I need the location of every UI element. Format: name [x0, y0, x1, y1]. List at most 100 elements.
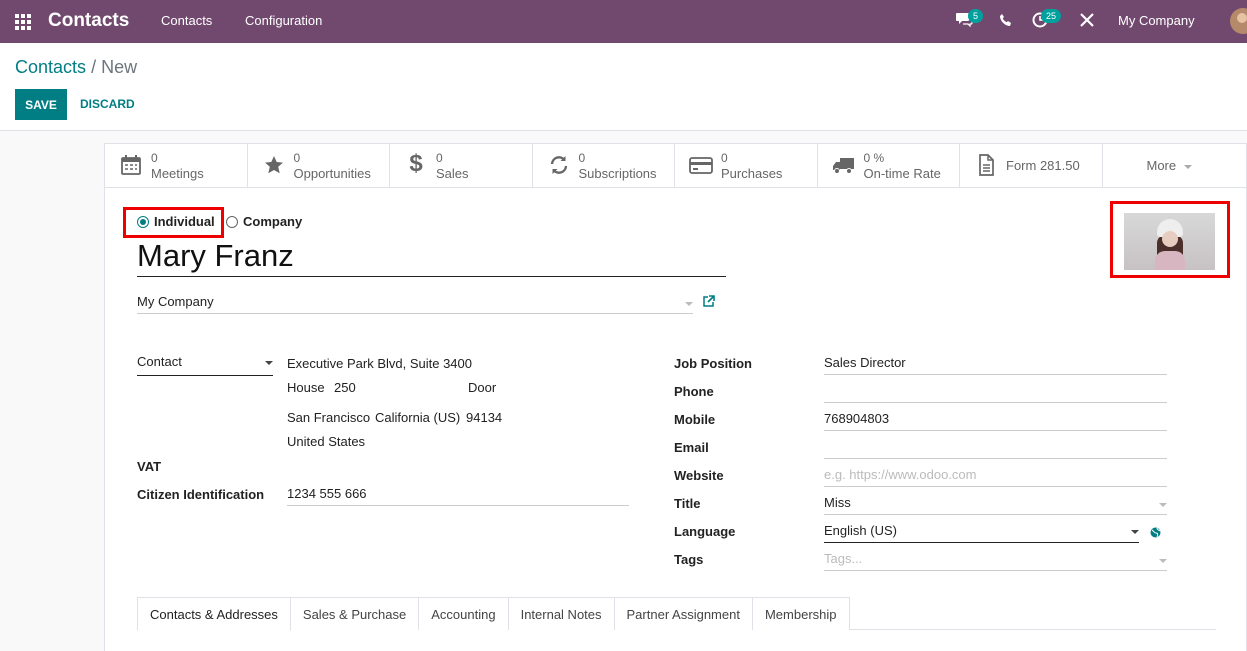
purchases-button[interactable]: 0 Purchases [675, 144, 818, 187]
citizen-id-field[interactable]: 1234 555 666 [287, 486, 629, 506]
top-navbar: Contacts Contacts Configuration 5 25 My … [0, 0, 1247, 43]
radio-checked-icon [137, 215, 149, 228]
more-text: More [1146, 158, 1177, 173]
tab-partner-assignment[interactable]: Partner Assignment [613, 597, 753, 630]
globe-icon[interactable] [1150, 527, 1161, 541]
sales-label: Sales [436, 166, 469, 181]
tags-placeholder: Tags... [824, 551, 863, 566]
language-select[interactable]: English (US) [824, 523, 1139, 543]
mobile-field[interactable]: 768904803 [824, 411, 1167, 431]
purchases-label: Purchases [721, 166, 783, 181]
door-label: Door [468, 380, 497, 395]
state-field[interactable]: California (US) [375, 410, 460, 425]
country-field[interactable]: United States [287, 434, 365, 449]
form-281-button[interactable]: Form 281.50 [960, 144, 1103, 187]
debug-tools-icon[interactable] [1079, 12, 1095, 32]
language-value: English (US) [824, 523, 897, 538]
truck-icon [832, 154, 856, 182]
address-type-caret-icon [265, 361, 273, 365]
radio-unchecked-icon [226, 215, 238, 228]
discard-button[interactable]: DISCARD [80, 97, 135, 111]
language-caret-icon [1131, 530, 1139, 534]
purchases-count: 0 [721, 151, 728, 165]
sales-count: 0 [436, 151, 443, 165]
title-value: Miss [824, 495, 851, 510]
language-label: Language [674, 524, 736, 539]
control-panel: Contacts / New SAVE DISCARD [0, 43, 1247, 131]
subscriptions-label: Subscriptions [578, 166, 657, 181]
vat-label: VAT [137, 459, 162, 474]
calendar-icon [119, 154, 143, 182]
company-switcher[interactable]: My Company [1118, 13, 1195, 28]
menu-contacts[interactable]: Contacts [161, 13, 212, 28]
meetings-button[interactable]: 0 Meetings [105, 144, 248, 187]
apps-menu-icon[interactable] [15, 14, 31, 30]
job-position-field[interactable]: Sales Director [824, 355, 1167, 375]
subscriptions-button[interactable]: 0 Subscriptions [533, 144, 675, 187]
more-caret-icon [1184, 164, 1193, 169]
breadcrumb-current: New [101, 57, 138, 77]
chat-badge: 5 [968, 9, 984, 23]
highlight-box-photo [1110, 201, 1230, 278]
app-title[interactable]: Contacts [48, 10, 129, 32]
tab-sales-purchase[interactable]: Sales & Purchase [289, 597, 420, 630]
tab-membership[interactable]: Membership [751, 597, 850, 630]
opportunities-count: 0 [293, 151, 301, 165]
radio-individual[interactable]: Individual [137, 214, 215, 229]
credit-card-icon [689, 154, 713, 182]
menu-configuration[interactable]: Configuration [245, 13, 322, 28]
more-button[interactable]: More [1103, 144, 1246, 187]
form-sheet: 0 Meetings 0 Opportunities $ 0 Sales 0 S… [104, 143, 1247, 651]
address-type-select[interactable]: Contact [137, 354, 273, 376]
title-label: Title [674, 496, 701, 511]
city-field[interactable]: San Francisco [287, 410, 370, 425]
user-avatar[interactable] [1230, 8, 1247, 34]
save-button[interactable]: SAVE [15, 89, 67, 120]
website-label: Website [674, 468, 724, 483]
tab-contacts-addresses[interactable]: Contacts & Addresses [137, 597, 291, 631]
street-field[interactable]: Executive Park Blvd, Suite 3400 [287, 356, 472, 371]
sales-button[interactable]: $ 0 Sales [390, 144, 533, 187]
dollar-icon: $ [409, 150, 423, 177]
title-select[interactable]: Miss [824, 495, 1167, 515]
contact-photo[interactable] [1124, 213, 1215, 270]
breadcrumb: Contacts / New [15, 57, 137, 78]
tags-field[interactable]: Tags... [824, 551, 1167, 571]
email-field[interactable] [824, 439, 1167, 459]
title-caret-icon [1159, 503, 1167, 507]
citizen-id-label: Citizen Identification [137, 487, 265, 502]
phone-icon[interactable] [999, 13, 1013, 31]
radio-company[interactable]: Company [226, 214, 302, 229]
star-icon [262, 154, 286, 182]
zip-field[interactable]: 94134 [466, 410, 502, 425]
tab-internal-notes[interactable]: Internal Notes [507, 597, 615, 630]
on-time-rate-button[interactable]: 0 % On-time Rate [818, 144, 960, 187]
radio-individual-label: Individual [154, 214, 215, 229]
on-time-rate-label: On-time Rate [863, 166, 941, 181]
tags-label: Tags [674, 552, 704, 567]
external-link-icon[interactable] [702, 295, 715, 307]
opportunities-button[interactable]: 0 Opportunities [248, 144, 390, 187]
name-field[interactable]: Mary Franz [137, 239, 726, 277]
tags-caret-icon [1159, 559, 1167, 563]
radio-company-label: Company [243, 214, 303, 229]
breadcrumb-separator: / [91, 57, 97, 77]
breadcrumb-contacts[interactable]: Contacts [15, 57, 86, 77]
meetings-count: 0 [151, 151, 158, 165]
address-type-value: Contact [137, 354, 182, 369]
phone-field[interactable] [824, 383, 1167, 403]
on-time-rate-value: 0 % [863, 151, 885, 165]
company-caret-icon [685, 302, 693, 306]
house-field[interactable]: 250 [334, 380, 356, 395]
company-value: My Company [137, 294, 214, 309]
mobile-label: Mobile [674, 412, 716, 427]
house-label: House [287, 380, 325, 395]
file-icon [974, 154, 998, 182]
tab-accounting[interactable]: Accounting [418, 597, 509, 630]
form-281-label: Form 281.50 [1006, 158, 1080, 173]
more-label: More [1147, 158, 1193, 173]
website-field[interactable]: e.g. https://www.odoo.com [824, 467, 1167, 487]
notebook-tabs: Contacts & Addresses Sales & Purchase Ac… [137, 597, 1216, 631]
company-field[interactable]: My Company [137, 294, 693, 314]
refresh-icon [547, 154, 571, 182]
